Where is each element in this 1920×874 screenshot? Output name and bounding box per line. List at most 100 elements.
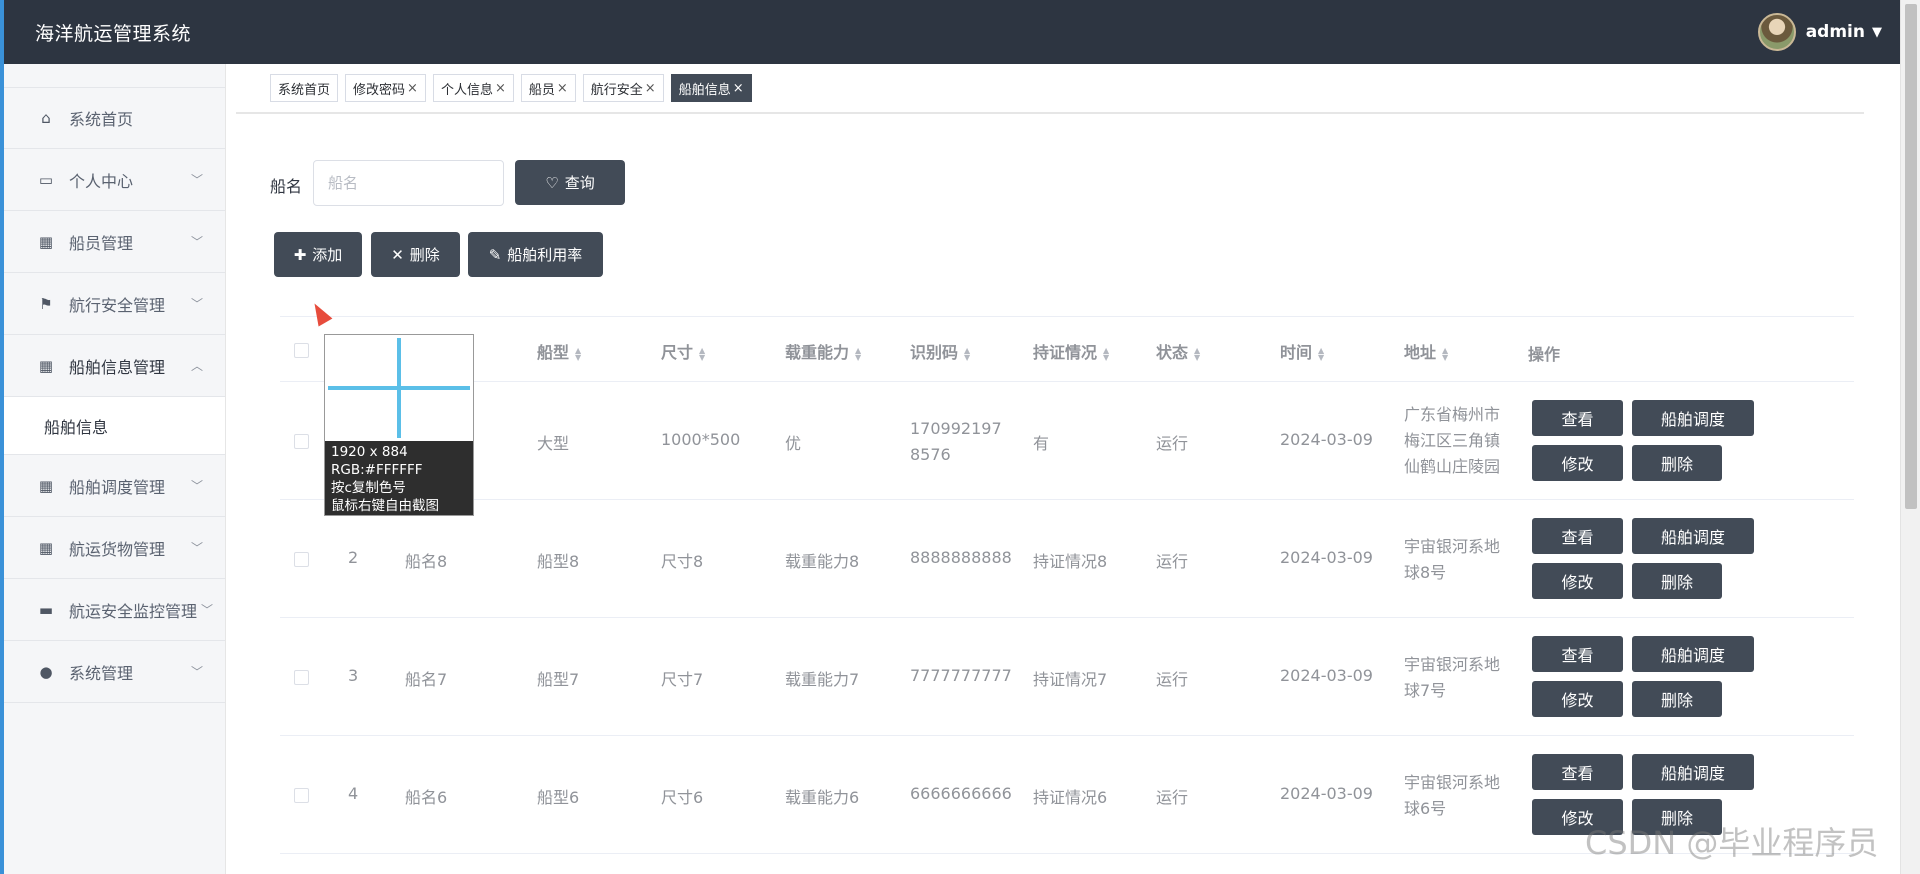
select-all-checkbox[interactable] <box>294 343 309 358</box>
utilization-button-label: 船舶利用率 <box>507 246 583 264</box>
column-header[interactable]: 地址 ▲ ▼ <box>1404 339 1448 363</box>
tab-home[interactable]: 系统首页 <box>270 74 339 102</box>
cell-code: 7777777777 <box>910 666 1012 685</box>
utilization-button[interactable]: ✎ 船舶利用率 <box>468 232 603 277</box>
chevron-up-icon: ︿ <box>190 359 203 373</box>
color-picker-popup: 1920 x 884 RGB:#FFFFFF 按c复制色号 鼠标右键自由截图 <box>324 334 474 516</box>
picker-rgb: RGB:#FFFFFF <box>331 462 423 478</box>
cell-size: 尺寸8 <box>661 552 704 571</box>
sidebar-item-home[interactable]: ⌂ 系统首页 <box>4 87 225 149</box>
delete-button[interactable]: ✕ 删除 <box>371 232 460 277</box>
sidebar-item-label: 个人中心 <box>69 171 134 191</box>
add-button-label: 添加 <box>312 246 343 264</box>
cell-address: 宇宙银河系地球6号 <box>1404 773 1501 818</box>
column-header[interactable]: 载重能力 ▲ ▼ <box>785 339 861 363</box>
scrollbar-thumb[interactable] <box>1905 4 1917 509</box>
tab-bar: 系统首页 修改密码 × 个人信息 × 船员 × 航行安全 × 船舶信息 × <box>236 64 1864 114</box>
ship-table: 船型 ▲ ▼ 尺寸 ▲ ▼ 载重能力 ▲ ▼ 识别码 ▲ ▼ 持证情况 ▲ ▼ 状态 ▲ ▼ 时间 ▲ ▼ … <box>280 316 1854 854</box>
column-header[interactable]: 时间 ▲ ▼ <box>1280 339 1324 363</box>
view-button[interactable]: 查看 <box>1532 754 1623 790</box>
view-button[interactable]: 查看 <box>1532 400 1623 436</box>
sidebar: ⌂ 系统首页 ▭ 个人中心 ﹀ ▦ 船员管理 ﹀ ⚑ 航行安全管理 ﹀ ▦ 船舶… <box>0 64 226 874</box>
column-header[interactable]: 尺寸 ▲ ▼ <box>661 339 705 363</box>
chevron-down-icon: ﹀ <box>190 541 203 555</box>
search-input[interactable] <box>313 160 504 206</box>
sidebar-subitem-ship-info[interactable]: 船舶信息 <box>4 397 225 455</box>
vertical-scrollbar[interactable] <box>1900 0 1920 874</box>
cell-type: 船型7 <box>537 670 580 689</box>
add-button[interactable]: ✚ 添加 <box>274 232 362 277</box>
search-label: 船名 <box>270 177 303 196</box>
cell-code: 6666666666 <box>910 784 1012 803</box>
dispatch-button[interactable]: 船舶调度 <box>1632 400 1754 436</box>
dispatch-button[interactable]: 船舶调度 <box>1632 518 1754 554</box>
sort-icon: ▲ ▼ <box>699 345 706 362</box>
cell-type: 船型6 <box>537 788 580 807</box>
table-header: 船型 ▲ ▼ 尺寸 ▲ ▼ 载重能力 ▲ ▼ 识别码 ▲ ▼ 持证情况 ▲ ▼ 状态 ▲ ▼ 时间 ▲ ▼ … <box>280 316 1854 382</box>
cell-time: 2024-03-09 <box>1280 430 1373 449</box>
edit-button[interactable]: 修改 <box>1532 445 1623 481</box>
close-icon[interactable]: × <box>495 81 506 96</box>
column-header[interactable]: 持证情况 ▲ ▼ <box>1033 339 1109 363</box>
delete-row-button[interactable]: 删除 <box>1632 445 1722 481</box>
username[interactable]: admin <box>1806 22 1865 42</box>
cell-type: 船型8 <box>537 552 580 571</box>
card-icon: ▭ <box>38 170 54 189</box>
picker-hint-copy: 按c复制色号 <box>331 480 406 496</box>
apps-icon: ▦ <box>38 538 54 557</box>
cell-size: 尺寸6 <box>661 788 704 807</box>
cell-name: 船名8 <box>405 552 448 571</box>
sidebar-item-nav-safety[interactable]: ⚑ 航行安全管理 ﹀ <box>4 273 225 335</box>
tab-crew[interactable]: 船员 × <box>520 74 576 102</box>
pencil-icon: ✎ <box>488 245 502 264</box>
avatar[interactable] <box>1757 13 1796 51</box>
magnifier <box>325 335 473 441</box>
view-button[interactable]: 查看 <box>1532 518 1623 554</box>
tab-change-password[interactable]: 修改密码 × <box>345 74 426 102</box>
watermark: CSDN @毕业程序员 <box>1585 824 1879 862</box>
close-icon[interactable]: × <box>645 81 656 96</box>
sidebar-item-ship-info[interactable]: ▦ 船舶信息管理 ︿ <box>4 335 225 397</box>
sidebar-item-ship-dispatch[interactable]: ▦ 船舶调度管理 ﹀ <box>4 455 225 517</box>
column-header[interactable]: 船型 ▲ ▼ <box>537 339 581 363</box>
column-header[interactable]: 状态 ▲ ▼ <box>1156 339 1200 363</box>
cell-status: 运行 <box>1156 788 1189 807</box>
sidebar-item-crew[interactable]: ▦ 船员管理 ﹀ <box>4 211 225 273</box>
column-header[interactable]: 识别码 ▲ ▼ <box>910 339 970 363</box>
cell-capacity: 载重能力8 <box>785 552 860 571</box>
bulb-icon: ● <box>39 662 53 681</box>
row-checkbox[interactable] <box>294 670 309 685</box>
delete-row-button[interactable]: 删除 <box>1632 563 1722 599</box>
dispatch-button[interactable]: 船舶调度 <box>1632 754 1754 790</box>
chevron-down-icon: ﹀ <box>190 665 203 679</box>
row-checkbox[interactable] <box>294 552 309 567</box>
heart-icon: ♡ <box>545 173 559 192</box>
delete-row-button[interactable]: 删除 <box>1632 681 1722 717</box>
sidebar-item-cargo[interactable]: ▦ 航运货物管理 ﹀ <box>4 517 225 579</box>
edit-button[interactable]: 修改 <box>1532 563 1623 599</box>
sidebar-item-safety-monitor[interactable]: ▬ 航运安全监控管理 ﹀ <box>4 579 225 641</box>
close-icon[interactable]: × <box>407 81 418 96</box>
row-checkbox[interactable] <box>294 434 309 449</box>
dispatch-button[interactable]: 船舶调度 <box>1632 636 1754 672</box>
cell-cert: 持证情况8 <box>1033 552 1108 571</box>
tab-personal-info[interactable]: 个人信息 × <box>432 74 514 102</box>
search-button[interactable]: ♡ 查询 <box>515 160 625 205</box>
close-icon[interactable]: × <box>557 81 568 96</box>
chevron-down-icon: ﹀ <box>190 479 203 493</box>
user-menu[interactable]: admin ▼ <box>1757 13 1900 51</box>
view-button[interactable]: 查看 <box>1532 636 1623 672</box>
table-row: 2 船名8 船型8 尺寸8 载重能力8 8888888888 持证情况8 运行 … <box>280 500 1854 618</box>
tab-ship-info[interactable]: 船舶信息 × <box>670 74 752 102</box>
grid-icon: ▦ <box>38 232 54 251</box>
sidebar-item-personal-center[interactable]: ▭ 个人中心 ﹀ <box>4 149 225 211</box>
row-checkbox[interactable] <box>294 788 309 803</box>
cell-address: 广东省梅州市梅江区三角镇仙鹤山庄陵园 <box>1404 405 1501 476</box>
caret-down-icon[interactable]: ▼ <box>1872 25 1882 40</box>
sidebar-item-label: 系统管理 <box>69 663 134 683</box>
cell-status: 运行 <box>1156 552 1189 571</box>
edit-button[interactable]: 修改 <box>1532 681 1623 717</box>
tab-nav-safety[interactable]: 航行安全 × <box>582 74 664 102</box>
sidebar-item-system[interactable]: ● 系统管理 ﹀ <box>4 641 225 703</box>
close-icon[interactable]: × <box>733 81 744 96</box>
